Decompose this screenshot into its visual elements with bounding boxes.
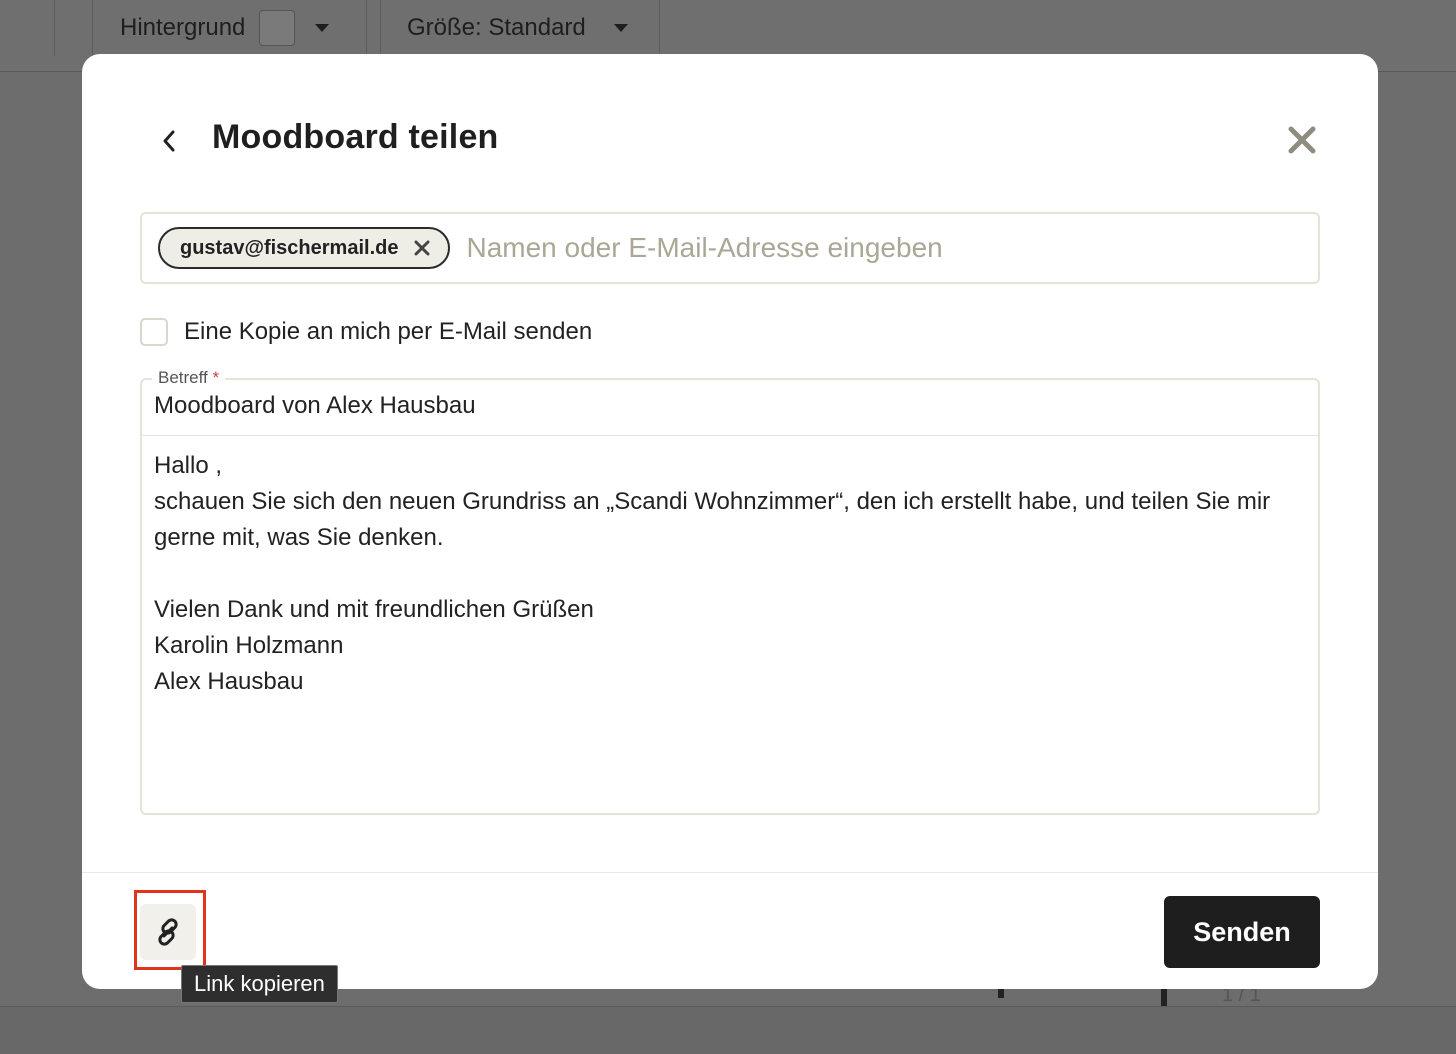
copy-link-tooltip: Link kopieren bbox=[181, 965, 338, 1003]
background-label: Hintergrund bbox=[120, 14, 246, 41]
caret-down-icon[interactable] bbox=[315, 24, 330, 32]
recipient-input[interactable] bbox=[466, 232, 1227, 264]
subject-input[interactable] bbox=[154, 392, 1304, 420]
copy-to-me-checkbox[interactable] bbox=[140, 318, 168, 346]
x-icon bbox=[414, 240, 430, 256]
subject-label: Betreff * bbox=[152, 368, 226, 388]
toolbar-divider bbox=[92, 0, 93, 56]
footer-divider bbox=[82, 872, 1378, 873]
toolbar-divider bbox=[54, 0, 55, 56]
dialog-title: Moodboard teilen bbox=[212, 118, 499, 156]
canvas-mark bbox=[1161, 986, 1167, 1006]
toolbar-divider bbox=[380, 0, 381, 56]
copy-to-me-option[interactable]: Eine Kopie an mich per E-Mail senden bbox=[140, 318, 592, 346]
copy-to-me-label: Eine Kopie an mich per E-Mail senden bbox=[184, 318, 593, 345]
close-button[interactable] bbox=[1282, 120, 1322, 160]
size-label: Größe: Standard bbox=[407, 14, 586, 41]
canvas-mark bbox=[998, 988, 1004, 998]
toolbar-divider bbox=[366, 0, 367, 56]
toolbar-divider bbox=[659, 0, 660, 56]
recipient-field[interactable]: gustav@fischermail.de bbox=[140, 212, 1320, 284]
copy-link-button[interactable] bbox=[140, 904, 196, 960]
recipient-chip: gustav@fischermail.de bbox=[158, 227, 451, 269]
background-color-swatch[interactable] bbox=[259, 10, 296, 46]
chevron-left-icon bbox=[163, 130, 175, 152]
recipient-chip-label: gustav@fischermail.de bbox=[180, 236, 399, 259]
editor-status-bar bbox=[0, 1006, 1456, 1054]
share-moodboard-dialog: Moodboard teilen gustav@fischermail.de E… bbox=[82, 54, 1378, 1003]
link-icon bbox=[158, 918, 178, 946]
subject-field[interactable]: Betreff * bbox=[140, 368, 1320, 436]
remove-recipient-button[interactable] bbox=[414, 240, 430, 256]
caret-down-icon[interactable] bbox=[613, 24, 628, 32]
background-color-control[interactable]: Hintergrund bbox=[120, 0, 330, 56]
send-button[interactable]: Senden bbox=[1164, 896, 1320, 968]
back-button[interactable] bbox=[152, 124, 186, 158]
close-icon bbox=[1288, 126, 1316, 154]
message-field[interactable]: Hallo , schauen Sie sich den neuen Grund… bbox=[140, 435, 1320, 815]
size-dropdown[interactable]: Größe: Standard bbox=[407, 0, 628, 56]
message-textarea[interactable]: Hallo , schauen Sie sich den neuen Grund… bbox=[154, 448, 1306, 801]
